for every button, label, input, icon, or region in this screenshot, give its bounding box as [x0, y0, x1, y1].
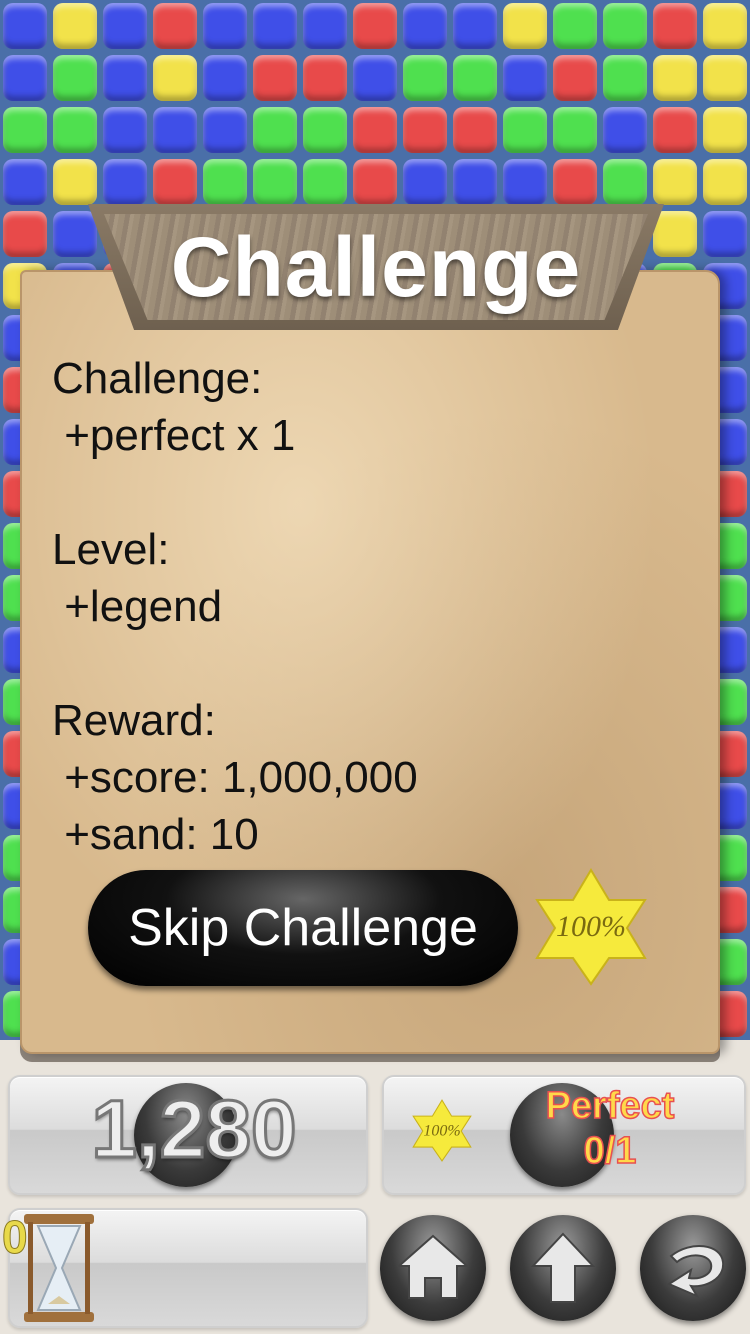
board-tile[interactable] [503, 159, 547, 205]
board-tile[interactable] [103, 55, 147, 101]
small-star-icon: 100% [410, 1088, 474, 1172]
board-tile[interactable] [503, 55, 547, 101]
board-tile[interactable] [253, 107, 297, 153]
sand-count: 0 [2, 1211, 29, 1264]
board-tile[interactable] [303, 159, 347, 205]
board-tile[interactable] [353, 159, 397, 205]
board-tile[interactable] [253, 159, 297, 205]
back-arrow-icon [666, 1244, 725, 1299]
board-tile[interactable] [103, 107, 147, 153]
challenge-info: Challenge: +perfect x 1 Level: +legend R… [52, 350, 672, 863]
board-tile[interactable] [353, 3, 397, 49]
board-tile[interactable] [203, 3, 247, 49]
board-tile[interactable] [703, 107, 747, 153]
board-tile[interactable] [3, 107, 47, 153]
star-text: 100% [556, 910, 626, 943]
board-tile[interactable] [203, 55, 247, 101]
board-tile[interactable] [703, 55, 747, 101]
board-tile[interactable] [303, 107, 347, 153]
board-tile[interactable] [53, 3, 97, 49]
perfect-star-icon: 100% [531, 866, 651, 986]
board-tile[interactable] [153, 3, 197, 49]
board-tile[interactable] [103, 159, 147, 205]
back-button[interactable] [640, 1215, 746, 1321]
board-tile[interactable] [403, 107, 447, 153]
board-tile[interactable] [403, 159, 447, 205]
board-tile[interactable] [303, 55, 347, 101]
board-tile[interactable] [53, 211, 97, 257]
info-line: Challenge: [52, 354, 263, 403]
board-tile[interactable] [553, 159, 597, 205]
board-tile[interactable] [3, 211, 47, 257]
board-tile[interactable] [553, 55, 597, 101]
perfect-count: 0/1 [583, 1129, 637, 1173]
board-tile[interactable] [453, 159, 497, 205]
board-tile[interactable] [353, 107, 397, 153]
board-tile[interactable] [153, 159, 197, 205]
board-tile[interactable] [203, 107, 247, 153]
board-tile[interactable] [53, 55, 97, 101]
board-tile[interactable] [153, 55, 197, 101]
board-tile[interactable] [403, 3, 447, 49]
board-tile[interactable] [603, 159, 647, 205]
board-tile[interactable] [3, 3, 47, 49]
board-tile[interactable] [603, 55, 647, 101]
board-tile[interactable] [353, 55, 397, 101]
info-line: Reward: [52, 696, 216, 745]
board-tile[interactable] [653, 55, 697, 101]
info-line: +perfect x 1 [52, 411, 296, 460]
board-tile[interactable] [453, 107, 497, 153]
home-icon [396, 1234, 470, 1299]
info-line: +legend [52, 582, 223, 631]
board-tile[interactable] [653, 107, 697, 153]
info-line: +sand: 10 [52, 810, 259, 859]
info-line [52, 464, 672, 521]
score-value: 1,280 [90, 1083, 298, 1177]
board-tile[interactable] [3, 159, 47, 205]
info-line: Level: [52, 525, 170, 574]
board-tile[interactable] [553, 107, 597, 153]
home-button[interactable] [380, 1215, 486, 1321]
arrow-up-icon [530, 1232, 596, 1303]
board-tile[interactable] [403, 55, 447, 101]
board-tile[interactable] [303, 3, 347, 49]
board-tile[interactable] [153, 107, 197, 153]
board-tile[interactable] [53, 107, 97, 153]
board-tile[interactable] [703, 3, 747, 49]
board-tile[interactable] [253, 55, 297, 101]
board-tile[interactable] [53, 159, 97, 205]
skip-challenge-button[interactable]: Skip Challenge [88, 870, 518, 986]
board-tile[interactable] [653, 211, 697, 257]
board-tile[interactable] [103, 3, 147, 49]
small-star-text: 100% [423, 1122, 460, 1139]
info-line [52, 635, 672, 692]
hourglass-icon [20, 1212, 98, 1324]
board-tile[interactable] [503, 3, 547, 49]
board-tile[interactable] [253, 3, 297, 49]
info-line: +score: 1,000,000 [52, 753, 418, 802]
board-tile[interactable] [653, 159, 697, 205]
board-tile[interactable] [653, 3, 697, 49]
board-tile[interactable] [203, 159, 247, 205]
up-button[interactable] [510, 1215, 616, 1321]
perfect-label: Perfect [545, 1084, 675, 1128]
board-tile[interactable] [703, 159, 747, 205]
board-tile[interactable] [603, 107, 647, 153]
board-tile[interactable] [553, 3, 597, 49]
board-tile[interactable] [603, 3, 647, 49]
title-plaque: Challenge [88, 204, 664, 330]
board-tile[interactable] [453, 55, 497, 101]
dialog-title: Challenge [170, 219, 582, 314]
board-tile[interactable] [3, 55, 47, 101]
board-tile[interactable] [703, 211, 747, 257]
board-tile[interactable] [503, 107, 547, 153]
board-tile[interactable] [453, 3, 497, 49]
